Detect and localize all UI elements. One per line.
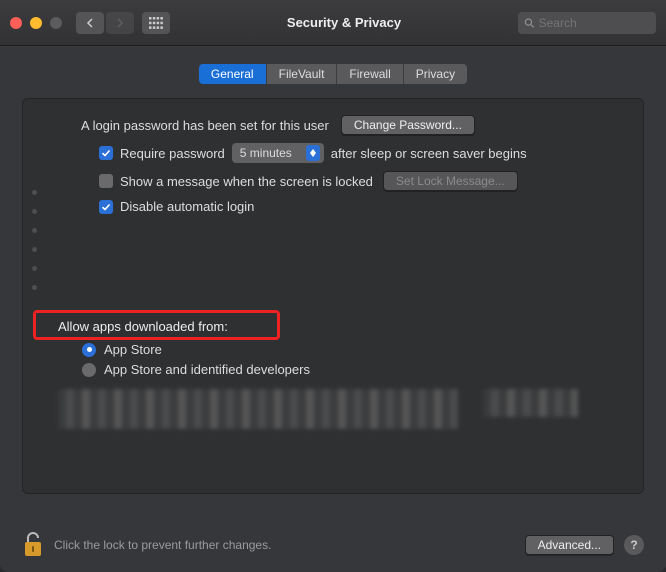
set-lock-message-button: Set Lock Message...: [383, 171, 518, 191]
password-delay-popup[interactable]: 5 minutes: [232, 143, 324, 163]
stepper-arrows-icon: [306, 145, 320, 161]
nav-buttons: [76, 12, 134, 34]
general-panel: A login password has been set for this u…: [22, 98, 644, 494]
disable-auto-login-label: Disable automatic login: [120, 199, 254, 214]
window-controls: [10, 17, 62, 29]
check-icon: [101, 148, 111, 158]
security-privacy-window: Security & Privacy General FileVault Fir…: [0, 0, 666, 572]
login-password-row: A login password has been set for this u…: [81, 115, 585, 135]
chevron-right-icon: [116, 18, 124, 28]
window-title: Security & Privacy: [170, 15, 518, 30]
grid-icon: [149, 17, 163, 29]
change-password-button[interactable]: Change Password...: [341, 115, 475, 135]
allow-app-store-dev-row: App Store and identified developers: [82, 362, 585, 377]
tab-bar: General FileVault Firewall Privacy: [199, 64, 467, 84]
tab-firewall[interactable]: Firewall: [337, 64, 403, 84]
require-password-label: Require password: [120, 146, 225, 161]
back-button[interactable]: [76, 12, 104, 34]
login-password-text: A login password has been set for this u…: [81, 118, 329, 133]
allow-app-store-dev-label: App Store and identified developers: [104, 362, 310, 377]
search-icon: [524, 17, 535, 29]
after-sleep-label: after sleep or screen saver begins: [331, 146, 527, 161]
tab-privacy[interactable]: Privacy: [404, 64, 467, 84]
annotation-highlight: [33, 310, 280, 340]
forward-button: [106, 12, 134, 34]
disable-auto-login-row: Disable automatic login: [99, 199, 585, 214]
search-field[interactable]: [518, 12, 656, 34]
show-message-label: Show a message when the screen is locked: [120, 174, 373, 189]
tab-filevault[interactable]: FileVault: [267, 64, 338, 84]
chevron-left-icon: [86, 18, 94, 28]
help-button[interactable]: ?: [624, 535, 644, 555]
show-all-button[interactable]: [142, 12, 170, 34]
tab-general[interactable]: General: [199, 64, 267, 84]
allow-app-store-row: App Store: [82, 342, 585, 357]
allow-app-store-dev-radio[interactable]: [82, 363, 96, 377]
lock-hint-text: Click the lock to prevent further change…: [54, 538, 525, 552]
close-window-button[interactable]: [10, 17, 22, 29]
lock-icon[interactable]: [22, 531, 44, 559]
search-input[interactable]: [539, 16, 650, 30]
allow-app-store-label: App Store: [104, 342, 162, 357]
redacted-area-2: [483, 389, 578, 417]
zoom-window-button: [50, 17, 62, 29]
footer: Click the lock to prevent further change…: [0, 518, 666, 572]
redacted-area-1: [58, 389, 458, 429]
require-password-checkbox[interactable]: [99, 146, 113, 160]
minimize-window-button[interactable]: [30, 17, 42, 29]
show-message-row: Show a message when the screen is locked…: [99, 171, 585, 191]
titlebar: Security & Privacy: [0, 0, 666, 46]
require-password-row: Require password 5 minutes after sleep o…: [99, 143, 585, 163]
advanced-button[interactable]: Advanced...: [525, 535, 614, 555]
allow-app-store-radio[interactable]: [82, 343, 96, 357]
decorative-dots: [32, 190, 37, 290]
password-delay-value: 5 minutes: [240, 146, 300, 160]
show-message-checkbox[interactable]: [99, 174, 113, 188]
disable-auto-login-checkbox[interactable]: [99, 200, 113, 214]
check-icon: [101, 202, 111, 212]
